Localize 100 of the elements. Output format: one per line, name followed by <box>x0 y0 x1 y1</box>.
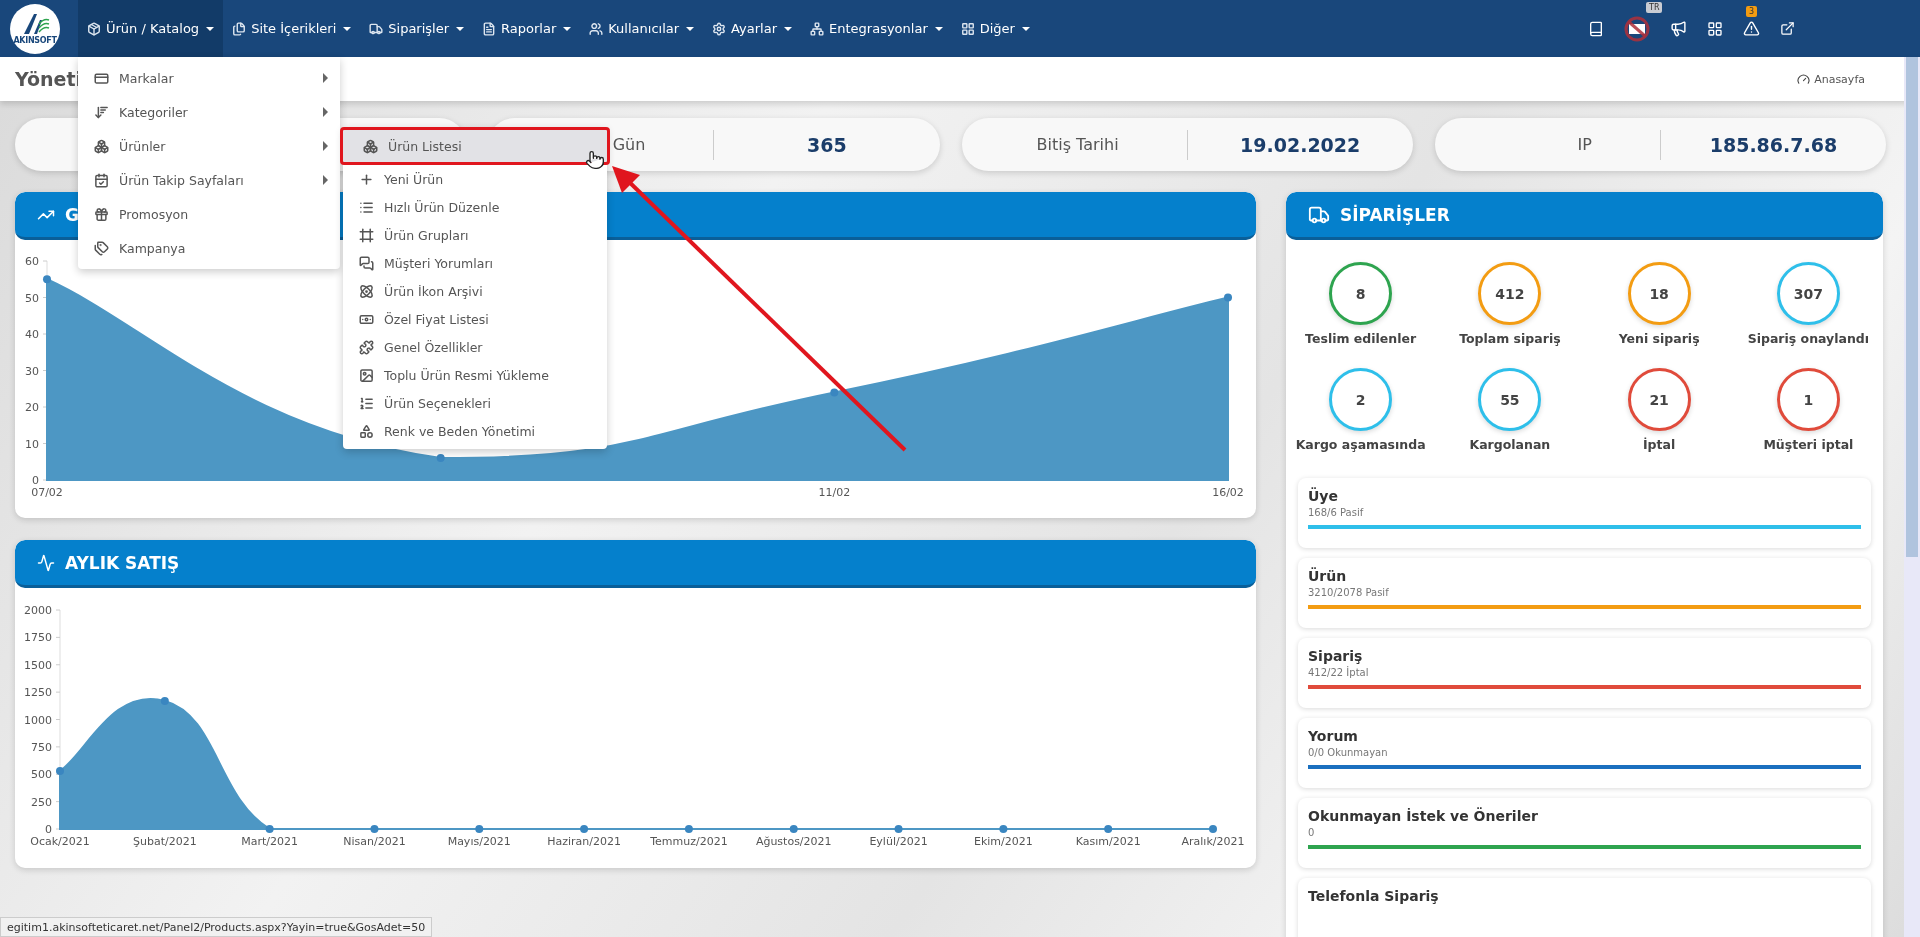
users-icon <box>589 21 604 36</box>
axis-label: 11/02 <box>818 486 851 499</box>
counter-ring: 55 <box>1478 368 1542 431</box>
external-link-button[interactable] <box>1780 21 1795 36</box>
data-point <box>436 454 445 463</box>
frame-icon <box>359 227 374 243</box>
counter-label: Müşteri iptal <box>1763 437 1854 452</box>
submenu-item[interactable]: Ürün Listesi <box>340 127 610 165</box>
submenu-item[interactable]: Genel Özellikler <box>343 333 607 361</box>
summary-subtitle: 168/6 Pasif <box>1308 507 1365 518</box>
counter-label: Sipariş onaylandı <box>1747 331 1870 346</box>
axis-label: Aralık/2021 <box>1181 835 1245 848</box>
panel-title: G <box>65 204 79 225</box>
axis-label: 16/02 <box>1212 486 1244 499</box>
axis-label: 2000 <box>24 604 52 617</box>
nav-menu-item[interactable]: Diğer <box>951 0 1039 57</box>
counter-ring: 18 <box>1627 262 1691 325</box>
menu-item[interactable]: Ürünler <box>78 129 340 163</box>
windows-button[interactable] <box>1707 20 1723 37</box>
caret-icon <box>784 26 793 31</box>
counter-ring: 412 <box>1478 262 1542 325</box>
summary-subtitle: 412/22 İptal <box>1308 667 1370 678</box>
files-icon <box>232 21 247 36</box>
data-point <box>475 825 484 833</box>
menu-item[interactable]: Kampanya <box>78 231 340 265</box>
boxes-icon <box>363 138 378 154</box>
submenu-item[interactable]: Ürün Grupları <box>343 221 607 249</box>
image-icon <box>359 367 374 383</box>
boxes-icon <box>94 138 109 154</box>
data-point <box>160 696 169 705</box>
axis-label: 30 <box>25 364 39 378</box>
axis-label: 1000 <box>24 713 52 727</box>
summary-subtitle: 0 <box>1308 827 1316 838</box>
menu-item[interactable]: Kategoriler <box>78 95 340 129</box>
submenu-item[interactable]: Özel Fiyat Listesi <box>343 305 607 333</box>
counter-label: İptal <box>1642 437 1676 452</box>
axis-label: Ağustos/2021 <box>755 835 832 848</box>
puzzle-icon <box>359 339 374 355</box>
axis-label: Mart/2021 <box>241 835 299 848</box>
submenu-item[interactable]: Renk ve Beden Yönetimi <box>343 417 607 445</box>
gauge-icon <box>1797 72 1811 86</box>
data-point <box>830 388 839 397</box>
nav-menu-item[interactable]: Raporlar <box>473 0 581 57</box>
menu-item[interactable]: Ürün Takip Sayfaları <box>78 163 340 197</box>
stat-label: IP <box>1577 135 1593 154</box>
summary-title: Yorum <box>1308 728 1359 744</box>
counter-ring: 8 <box>1329 262 1393 325</box>
data-point <box>999 825 1008 833</box>
home-link[interactable]: Anasayfa <box>1797 72 1865 86</box>
caret-icon <box>1021 26 1030 31</box>
axis-label: 500 <box>31 768 52 782</box>
megaphone-icon <box>1670 20 1687 37</box>
nav-menu-item[interactable]: Kullanıcılar <box>580 0 704 57</box>
counter-ring: 2 <box>1329 368 1393 431</box>
summary-subtitle: 0/0 Okunmayan <box>1308 747 1389 758</box>
language-badge: TR <box>1646 1 1663 13</box>
menu-item[interactable]: Markalar <box>78 61 340 95</box>
area-chart-icon <box>37 553 55 572</box>
summary-title: Okunmayan İstek ve Öneriler <box>1308 808 1539 824</box>
summary-subtitle: 3210/2078 Pasif <box>1308 587 1390 598</box>
counter-ring: 307 <box>1776 262 1840 325</box>
axis-label: 20 <box>25 401 39 414</box>
axis-label: 60 <box>25 255 39 268</box>
caret-icon <box>456 26 465 31</box>
alert-count-badge: 3 <box>1746 6 1758 17</box>
data-point <box>370 825 379 833</box>
axis-label: 1500 <box>24 658 52 672</box>
submenu-item[interactable]: Müşteri Yorumları <box>343 249 607 277</box>
data-point <box>1209 825 1217 833</box>
axis-label: 0 <box>45 823 52 836</box>
submenu-item[interactable]: Hızlı Ürün Düzenle <box>343 193 607 221</box>
book-button[interactable] <box>1588 20 1604 37</box>
nav-menu-item[interactable]: Entegrasyonlar <box>801 0 952 57</box>
nav-menu-item[interactable]: Ürün / Katalog <box>78 0 224 57</box>
warning-icon <box>1743 20 1760 37</box>
nav-menu-item[interactable]: Ayarlar <box>703 0 802 57</box>
atom-icon <box>359 283 374 299</box>
status-url: egitim1.akinsofteticaret.net/Panel2/Products.aspx?Yayin=true&GosAdet=50 <box>0 917 433 937</box>
summary-title: Telefonla Sipariş <box>1308 888 1440 904</box>
menu-item[interactable]: Promosyon <box>78 197 340 231</box>
submenu-item[interactable]: Toplu Ürün Resmi Yükleme <box>343 361 607 389</box>
external-link-icon <box>1780 21 1795 36</box>
announcement-button[interactable] <box>1670 20 1687 37</box>
ordered-list-icon <box>359 395 374 411</box>
chat-icon <box>359 255 374 271</box>
network-icon <box>810 21 825 36</box>
caret-icon <box>206 26 215 31</box>
counter-ring: 21 <box>1627 368 1691 431</box>
axis-label: Şubat/2021 <box>132 835 197 848</box>
submenu-item[interactable]: Ürün Seçenekleri <box>343 389 607 417</box>
nav-menu-item[interactable]: Site İçerikleri <box>223 0 361 57</box>
nav-menu-item[interactable]: Siparişler <box>360 0 474 57</box>
caret-icon <box>686 26 695 31</box>
axis-label: Ekim/2021 <box>973 835 1033 848</box>
data-point <box>684 825 693 833</box>
counter-label: Kargolanan <box>1469 437 1551 452</box>
submenu-item[interactable]: Ürün İkon Arşivi <box>343 277 607 305</box>
panel-title: SİPARİŞLER <box>1340 204 1450 225</box>
summary-title: Ürün <box>1308 568 1348 584</box>
axis-label: Nisan/2021 <box>343 835 406 848</box>
